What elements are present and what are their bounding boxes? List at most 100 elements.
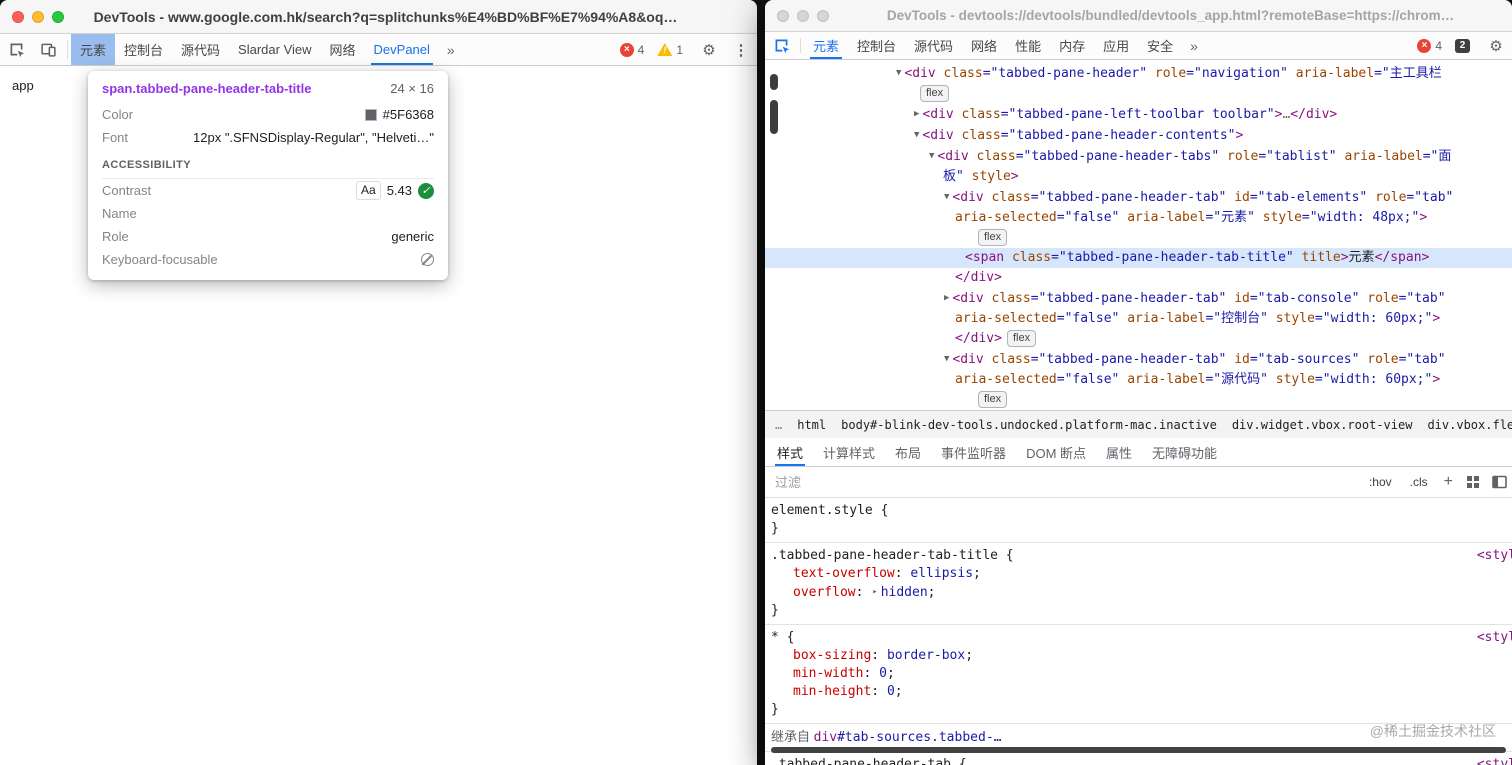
tab-安全[interactable]: 安全 bbox=[1138, 32, 1182, 59]
tooltip-font-row: Font 12px ".SFNSDisplay-Regular", "Helve… bbox=[102, 126, 434, 149]
keyboard-focusable-label: Keyboard-focusable bbox=[102, 252, 218, 267]
tab-控制台[interactable]: 控制台 bbox=[848, 32, 905, 59]
dom-tree-line[interactable]: ▼ <div class="tabbed-pane-header-contents… bbox=[765, 125, 1512, 146]
device-toolbar-icon[interactable] bbox=[32, 34, 64, 65]
new-style-rule-button[interactable]: + bbox=[1437, 473, 1460, 491]
dom-tree-line[interactable]: 板" style> bbox=[765, 167, 1512, 187]
dom-tree-line[interactable]: ▼ <div class="tabbed-pane-header-tab" id=… bbox=[765, 187, 1512, 208]
style-rule-line[interactable]: } bbox=[765, 701, 1512, 719]
code-att: class bbox=[953, 107, 1001, 122]
error-icon bbox=[1417, 38, 1432, 53]
tab-样式[interactable]: 样式 bbox=[767, 438, 813, 466]
tab-源代码[interactable]: 源代码 bbox=[905, 32, 962, 59]
name-label: Name bbox=[102, 206, 137, 221]
inspect-element-icon[interactable] bbox=[0, 34, 32, 65]
tab-Slardar View[interactable]: Slardar View bbox=[229, 34, 320, 65]
style-rule-line[interactable]: min-width: 0; bbox=[765, 665, 1512, 683]
dom-tree-line[interactable]: flex bbox=[765, 390, 1512, 410]
tab-性能[interactable]: 性能 bbox=[1006, 32, 1050, 59]
breadcrumb-item[interactable]: body#-blink-dev-tools.undocked.platform-… bbox=[841, 418, 1217, 432]
issues-badge[interactable]: 2 bbox=[1455, 38, 1470, 53]
style-rule-line[interactable]: .tabbed-pane-header-tab-title {<styl bbox=[765, 547, 1512, 565]
breadcrumb-item[interactable]: … bbox=[775, 418, 782, 432]
dom-tree-line[interactable]: flex bbox=[765, 228, 1512, 248]
style-rule-line[interactable]: min-height: 0; bbox=[765, 683, 1512, 701]
dom-tree-line[interactable]: </div> bbox=[765, 268, 1512, 288]
dom-tree-line[interactable]: ▶ <div class="tabbed-pane-header-tab" id=… bbox=[765, 288, 1512, 309]
code-val: ="width: 48px;" bbox=[1301, 210, 1420, 225]
minimize-button[interactable] bbox=[797, 9, 809, 22]
style-rule-line[interactable]: text-overflow: ellipsis; bbox=[765, 565, 1512, 583]
code-att: id bbox=[1226, 291, 1250, 306]
dom-tree-line[interactable]: flex bbox=[765, 84, 1512, 104]
more-tabs-button[interactable]: » bbox=[1182, 32, 1206, 59]
code-tx: ; bbox=[965, 648, 974, 663]
code-sel: .tabbed-pane-header-tab bbox=[771, 757, 952, 765]
panel-toggle-icon[interactable] bbox=[1486, 475, 1512, 489]
tab-计算样式[interactable]: 计算样式 bbox=[813, 438, 885, 466]
zoom-button[interactable] bbox=[52, 10, 64, 23]
style-rule-line[interactable]: box-sizing: border-box; bbox=[765, 647, 1512, 665]
code-prop: min-height bbox=[793, 684, 872, 699]
dom-tree-line[interactable]: ▶ <div class="tabbed-pane-left-toolbar to… bbox=[765, 104, 1512, 125]
more-options-icon[interactable]: ⋮ bbox=[725, 34, 757, 65]
style-rule-line[interactable]: } bbox=[765, 602, 1512, 620]
element-classes-button[interactable]: .cls bbox=[1401, 475, 1437, 489]
style-rule-line[interactable]: } bbox=[765, 520, 1512, 538]
grid-icon[interactable] bbox=[1460, 475, 1486, 489]
close-button[interactable] bbox=[777, 9, 789, 22]
style-rule-line[interactable]: overflow: ▸ hidden; bbox=[765, 583, 1512, 602]
minimize-button[interactable] bbox=[32, 10, 44, 23]
dom-tree-line[interactable]: </div> flex bbox=[765, 329, 1512, 349]
close-button[interactable] bbox=[12, 10, 24, 23]
breadcrumb-item[interactable]: div.widget.vbox.root-view bbox=[1232, 418, 1413, 432]
code-att: aria-selected bbox=[955, 372, 1057, 387]
style-rule-line[interactable]: .tabbed-pane-header-tab {<styl bbox=[765, 756, 1512, 765]
style-rule-line[interactable]: * {<styl bbox=[765, 629, 1512, 647]
dom-tree-line[interactable]: ▼ <div class="tabbed-pane-header" role="n… bbox=[765, 63, 1512, 84]
tab-应用[interactable]: 应用 bbox=[1094, 32, 1138, 59]
dom-tree-line[interactable]: ▼ <div class="tabbed-pane-header-tab" id=… bbox=[765, 349, 1512, 370]
dom-tree-line[interactable]: aria-selected="false" aria-label="元素" st… bbox=[765, 208, 1512, 228]
code-tag: > bbox=[1010, 169, 1019, 184]
style-rule-line[interactable]: element.style { bbox=[765, 502, 1512, 520]
inspect-element-icon[interactable] bbox=[765, 32, 797, 59]
breadcrumb-item[interactable]: html bbox=[797, 418, 826, 432]
tab-源代码[interactable]: 源代码 bbox=[172, 34, 229, 65]
tab-事件监听器[interactable]: 事件监听器 bbox=[931, 438, 1016, 466]
zoom-button[interactable] bbox=[817, 9, 829, 22]
dom-tree-line[interactable]: <span class="tabbed-pane-header-tab-titl… bbox=[765, 248, 1512, 268]
elements-scrollbar-thumb[interactable] bbox=[770, 100, 778, 134]
tab-网络[interactable]: 网络 bbox=[321, 34, 365, 65]
tab-属性[interactable]: 属性 bbox=[1096, 438, 1142, 466]
tab-元素[interactable]: 元素 bbox=[71, 34, 116, 65]
code-tx: { bbox=[872, 503, 889, 518]
tab-DevPanel[interactable]: DevPanel bbox=[365, 34, 439, 65]
dom-tree-line[interactable]: ▼ <div class="tabbed-pane-header-tabs" ro… bbox=[765, 146, 1512, 167]
code-att: class bbox=[1004, 250, 1052, 265]
error-badge[interactable]: 4 bbox=[1417, 38, 1442, 53]
tab-内存[interactable]: 内存 bbox=[1050, 32, 1094, 59]
settings-gear-icon[interactable]: ⚙ bbox=[1480, 32, 1512, 59]
dom-tree-line[interactable]: aria-selected="false" aria-label="控制台" s… bbox=[765, 309, 1512, 329]
toggle-element-state-button[interactable]: :hov bbox=[1360, 475, 1401, 489]
warning-badge[interactable]: 1 bbox=[657, 43, 683, 57]
elements-scrollbar-thumb[interactable] bbox=[770, 74, 778, 90]
tab-DOM 断点[interactable]: DOM 断点 bbox=[1016, 438, 1096, 466]
tab-布局[interactable]: 布局 bbox=[885, 438, 931, 466]
tooltip-name-row: Name bbox=[102, 202, 434, 225]
tab-网络[interactable]: 网络 bbox=[962, 32, 1006, 59]
tab-控制台[interactable]: 控制台 bbox=[115, 34, 172, 65]
settings-gear-icon[interactable]: ⚙ bbox=[693, 34, 725, 65]
tab-无障碍功能[interactable]: 无障碍功能 bbox=[1142, 438, 1227, 466]
more-tabs-button[interactable]: » bbox=[439, 34, 463, 65]
dom-tree-line[interactable]: aria-selected="false" aria-label="源代码" s… bbox=[765, 370, 1512, 390]
error-badge[interactable]: 4 bbox=[619, 42, 644, 57]
tab-元素[interactable]: 元素 bbox=[804, 32, 848, 59]
styles-horizontal-scrollbar[interactable] bbox=[771, 747, 1506, 753]
breadcrumb-item[interactable]: div.vbox.flex-a bbox=[1427, 418, 1512, 432]
code-valc: border-box bbox=[886, 648, 966, 663]
code-ar: ▶ bbox=[914, 109, 920, 119]
styles-filter-input[interactable] bbox=[765, 474, 1353, 490]
code-val: ="navigation" bbox=[1186, 66, 1288, 81]
